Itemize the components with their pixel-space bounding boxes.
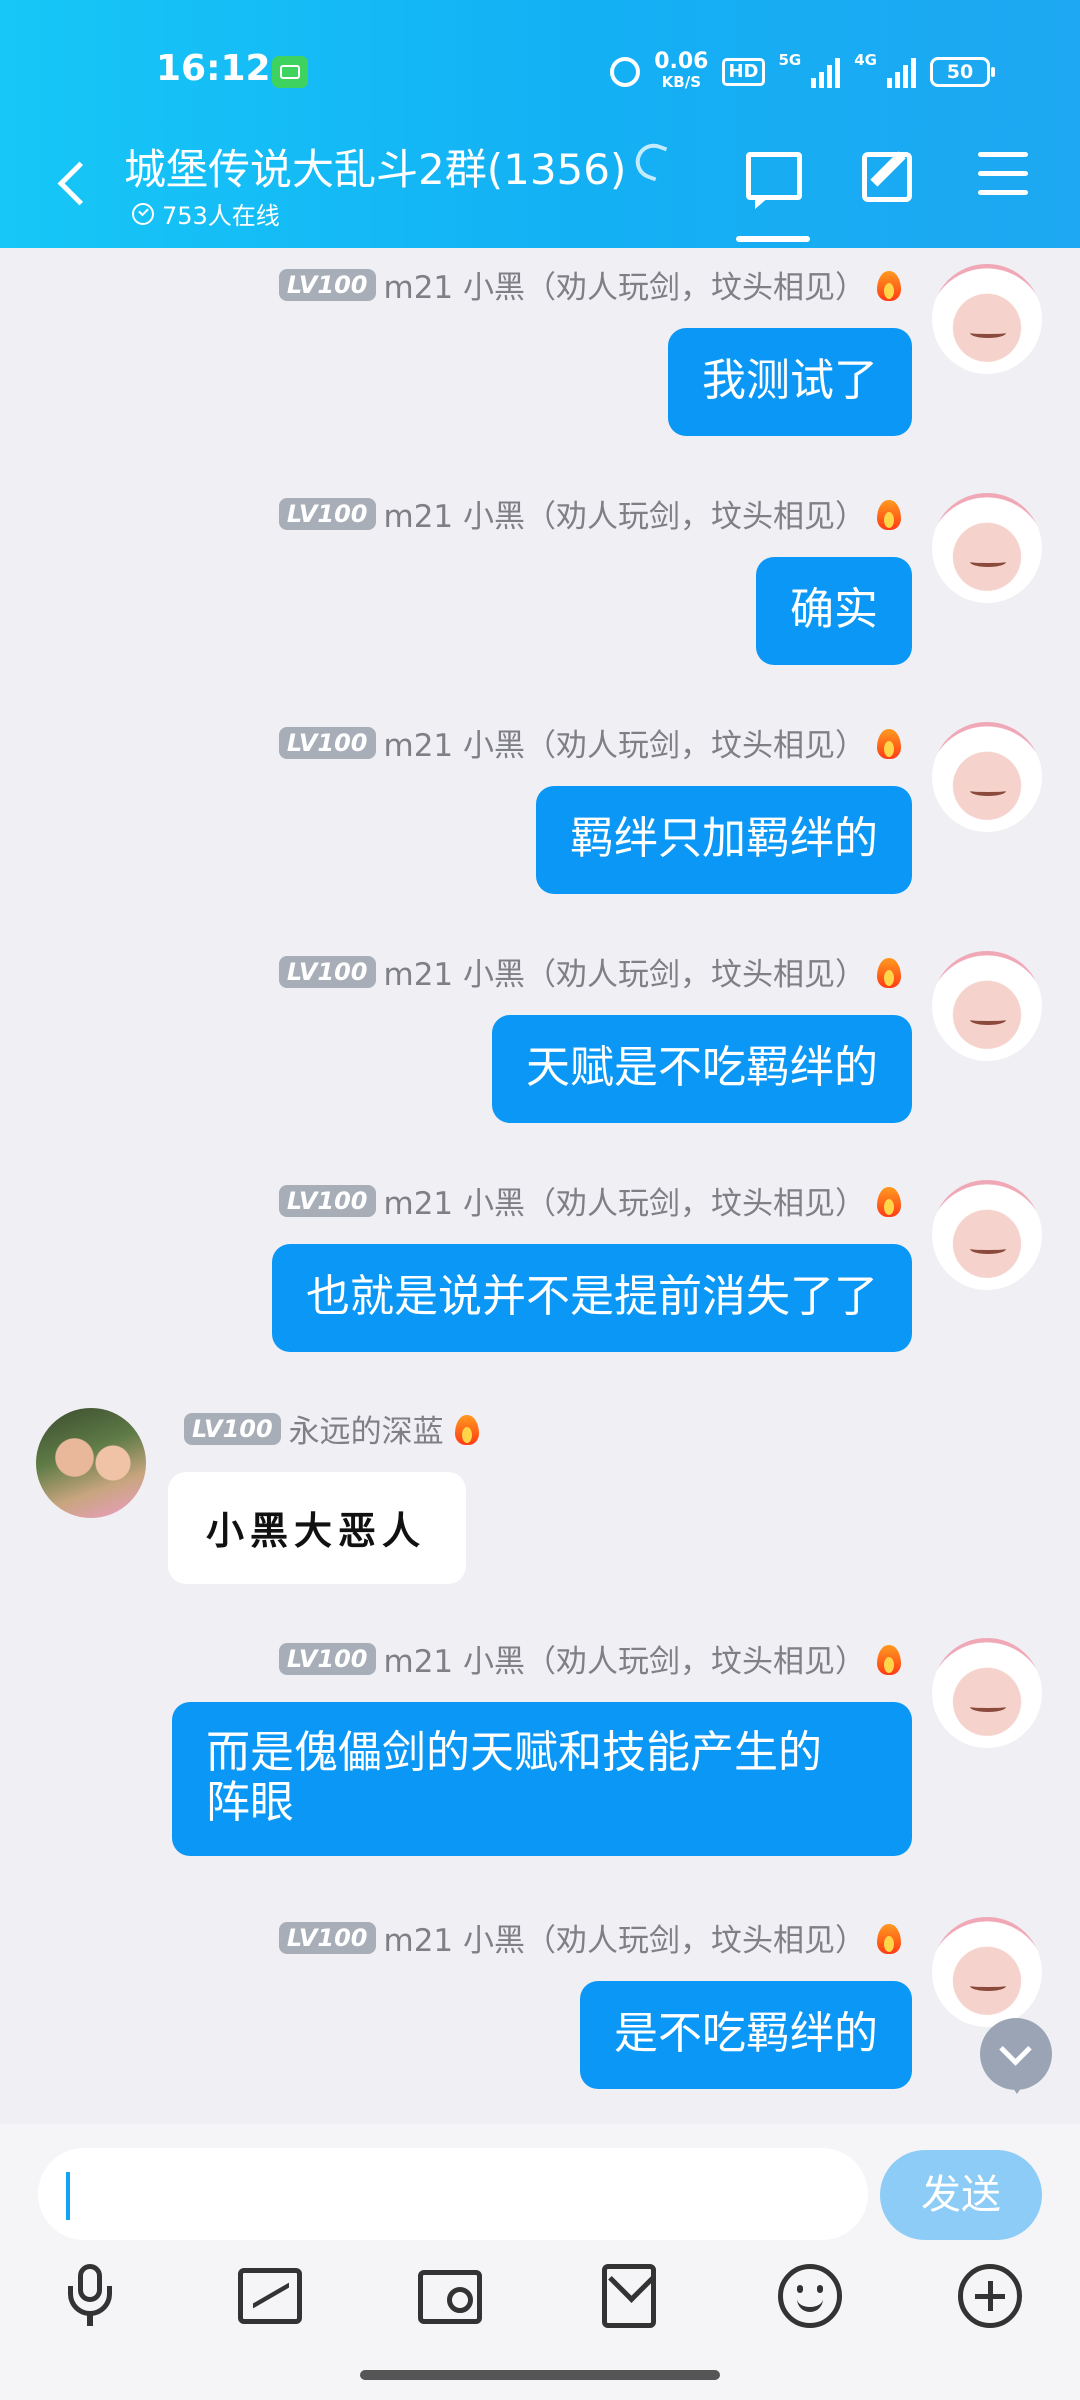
active-tab-indicator	[736, 236, 810, 242]
home-indicator[interactable]	[360, 2370, 720, 2380]
sender-meta: LV100 m21 小黑（劝人玩剑，坟头相见）	[278, 1636, 904, 1681]
signal-5g-icon	[811, 56, 841, 88]
alarm-icon	[610, 57, 641, 87]
fire-icon	[874, 1183, 904, 1219]
input-toolbar	[0, 2264, 1080, 2364]
red-packet-icon[interactable]	[602, 2264, 656, 2328]
online-count-label: 753人在线	[162, 202, 280, 230]
level-badge: LV100	[278, 955, 376, 988]
message-bubble[interactable]: 我测试了	[668, 328, 912, 436]
image-icon[interactable]	[238, 2268, 302, 2324]
plus-icon[interactable]	[958, 2264, 1022, 2328]
emoji-icon[interactable]	[778, 2264, 842, 2328]
avatar[interactable]	[36, 1408, 146, 1518]
send-button[interactable]: 发送	[880, 2150, 1042, 2240]
handwritten-sticker-text: 小黑大恶人	[206, 1508, 427, 1553]
avatar[interactable]	[932, 951, 1042, 1061]
battery-icon: 50	[930, 57, 995, 87]
message-line: 阵眼	[206, 1777, 294, 1828]
network-speed: 0.06 KB/S	[654, 49, 709, 92]
mic-icon[interactable]	[58, 2264, 122, 2328]
avatar[interactable]	[932, 722, 1042, 832]
avatar[interactable]	[932, 493, 1042, 603]
avatar[interactable]	[932, 1180, 1042, 1290]
level-badge: LV100	[184, 1412, 281, 1445]
fire-icon	[874, 1641, 904, 1677]
signal-4g-icon	[887, 56, 916, 88]
sender-meta: LV100 m21 小黑（劝人玩剑，坟头相见）	[278, 1915, 904, 1960]
listen-icon[interactable]	[630, 138, 668, 182]
message-bubble[interactable]: 羁绊只加羁绊的	[536, 786, 912, 894]
signal-5g-tag: 5G	[778, 51, 802, 69]
sender-meta: LV100 m21 小黑（劝人玩剑，坟头相见）	[278, 491, 904, 536]
fire-icon	[452, 1411, 482, 1447]
sender-meta: LV100 m21 小黑（劝人玩剑，坟头相见）	[278, 262, 904, 307]
sender-name: 永远的深蓝	[288, 1414, 444, 1450]
group-title[interactable]: 城堡传说大乱斗2群(1356)	[124, 136, 626, 197]
online-check-icon	[132, 202, 154, 225]
message-bubble[interactable]: 而是傀儡剑的天赋和技能产生的 阵眼	[172, 1702, 912, 1856]
level-badge: LV100	[278, 268, 376, 301]
scroll-down-icon[interactable]	[980, 2018, 1052, 2094]
hd-badge: HD	[722, 58, 765, 86]
message-bubble[interactable]: 小黑大恶人	[168, 1472, 466, 1584]
level-badge: LV100	[278, 1642, 376, 1675]
message-bubble[interactable]: 确实	[756, 557, 912, 665]
network-speed-value: 0.06	[654, 49, 709, 74]
online-count[interactable]: 753人在线	[132, 196, 280, 231]
message-bubble[interactable]: 是不吃羁绊的	[580, 1981, 912, 2089]
message-bubble[interactable]: 也就是说并不是提前消失了了	[272, 1244, 912, 1352]
sender-meta: LV100 永远的深蓝	[184, 1406, 482, 1451]
sender-meta: LV100 m21 小黑（劝人玩剑，坟头相见）	[278, 949, 904, 994]
sender-name: m21 小黑（劝人玩剑，坟头相见）	[383, 1186, 867, 1222]
input-area: 发送	[0, 2124, 1080, 2400]
status-time: 16:12	[156, 48, 271, 89]
level-badge: LV100	[278, 1184, 376, 1217]
sender-meta: LV100 m21 小黑（劝人玩剑，坟头相见）	[278, 1178, 904, 1223]
sender-name: m21 小黑（劝人玩剑，坟头相见）	[383, 499, 867, 535]
message-line: 而是傀儡剑的天赋和技能产生的	[206, 1727, 822, 1778]
signal-4g-tag: 4G	[854, 51, 877, 69]
network-speed-unit: KB/S	[661, 73, 702, 91]
sender-name: m21 小黑（劝人玩剑，坟头相见）	[383, 728, 867, 764]
status-icons: 0.06 KB/S HD 5G 4G 50	[610, 49, 995, 92]
level-badge: LV100	[278, 497, 376, 530]
text-caret	[66, 2172, 70, 2220]
message-input[interactable]	[38, 2148, 868, 2240]
sender-meta: LV100 m21 小黑（劝人玩剑，坟头相见）	[278, 720, 904, 765]
fire-icon	[874, 1920, 904, 1956]
fire-icon	[874, 267, 904, 303]
avatar[interactable]	[932, 1638, 1042, 1748]
avatar[interactable]	[932, 264, 1042, 374]
avatar[interactable]	[932, 1917, 1042, 2027]
sender-name: m21 小黑（劝人玩剑，坟头相见）	[383, 1923, 867, 1959]
message-bubble[interactable]: 天赋是不吃羁绊的	[492, 1015, 912, 1123]
message-notification-icon	[272, 56, 308, 88]
level-badge: LV100	[278, 1921, 376, 1954]
back-icon[interactable]	[52, 156, 92, 212]
fire-icon	[874, 954, 904, 990]
chat-icon[interactable]	[746, 152, 802, 209]
menu-icon[interactable]	[978, 152, 1028, 196]
edit-icon[interactable]	[862, 152, 912, 202]
sender-name: m21 小黑（劝人玩剑，坟头相见）	[383, 270, 867, 306]
level-badge: LV100	[278, 726, 376, 759]
fire-icon	[874, 725, 904, 761]
camera-icon[interactable]	[418, 2270, 482, 2324]
fire-icon	[874, 496, 904, 532]
sender-name: m21 小黑（劝人玩剑，坟头相见）	[383, 957, 867, 993]
sender-name: m21 小黑（劝人玩剑，坟头相见）	[383, 1644, 867, 1680]
chat-header: 16:12 0.06 KB/S HD 5G 4G 50 城堡传说大乱斗2群(13…	[0, 0, 1080, 248]
